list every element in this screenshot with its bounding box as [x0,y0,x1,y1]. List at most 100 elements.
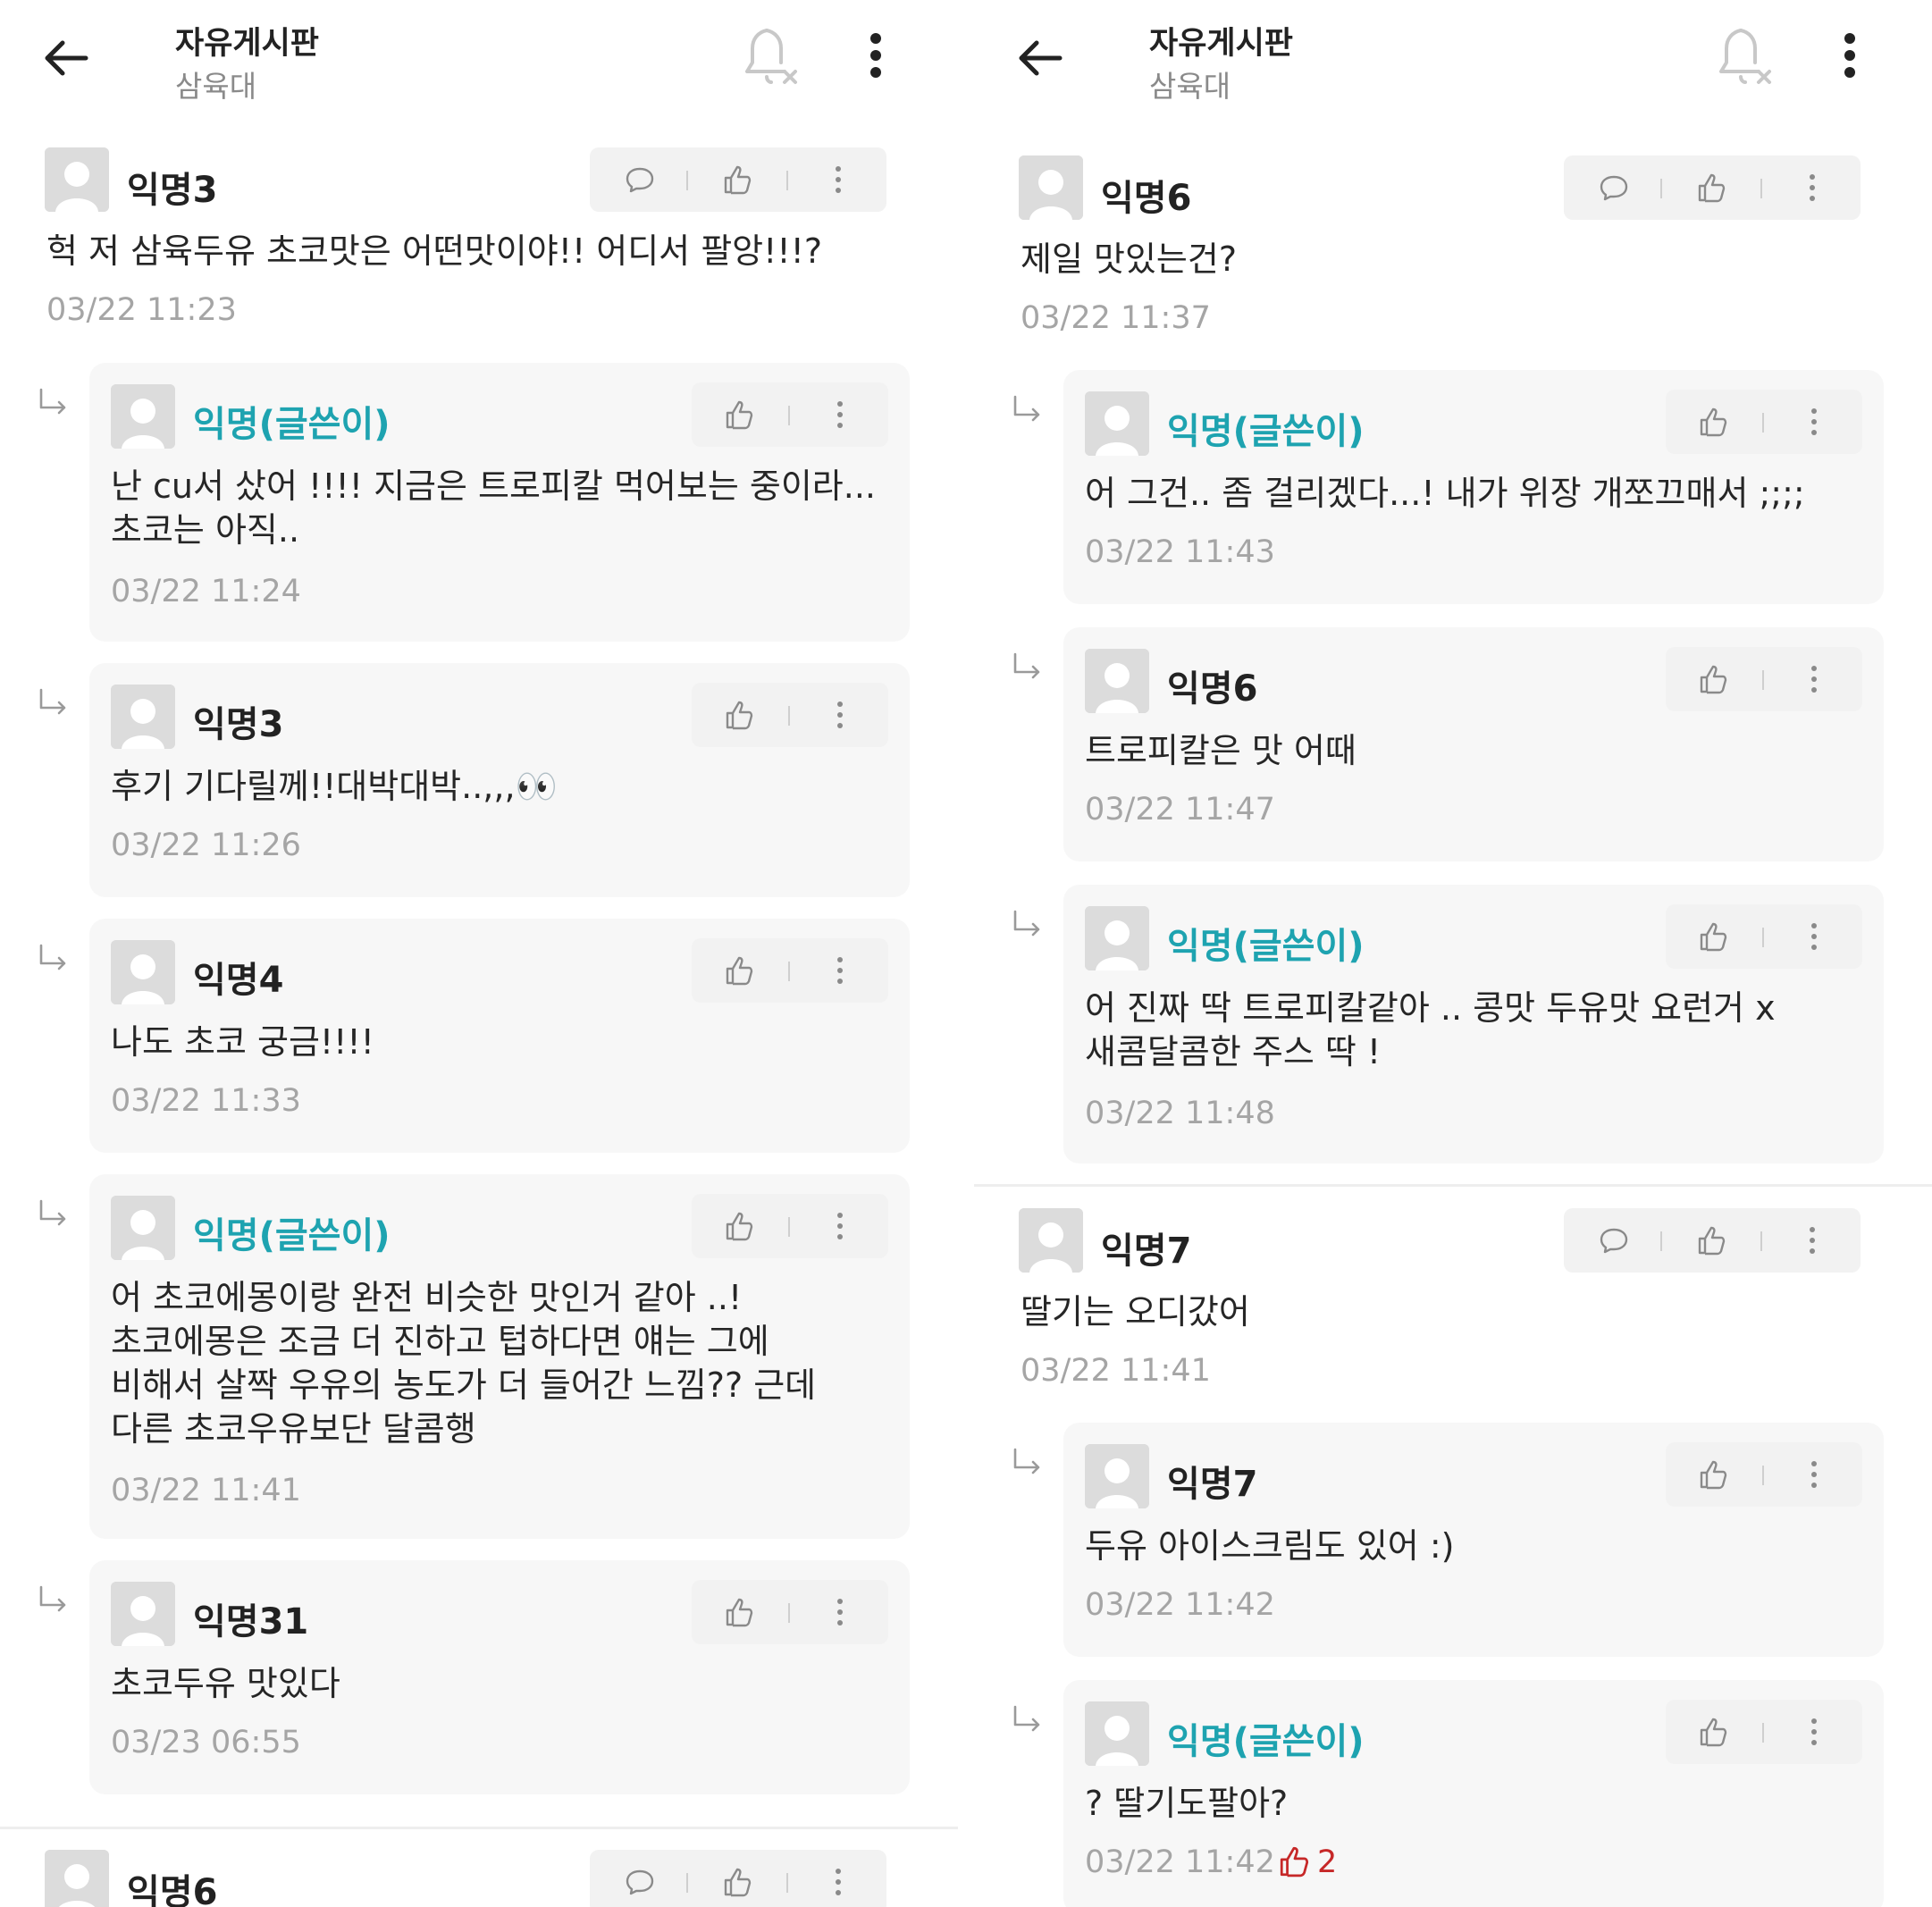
like-button[interactable] [708,382,772,447]
separator [788,1217,790,1237]
comment-author: 익명6 [1101,178,1192,219]
reply-author: 익명7 [1167,1464,1258,1505]
notification-toggle-button[interactable] [1716,27,1773,89]
reply-arrow-icon [1010,1446,1046,1482]
like-button[interactable] [1680,155,1744,220]
reply-actions [692,1580,888,1644]
thumbs-up-icon [1698,1716,1730,1748]
comment-text: 제일 맛있는건? [1021,239,1238,279]
comment: 익명3 헉 저 삼육두유 초코맛은 어떤맛이야!! 어디서 팔앙!!!? 03/… [45,147,931,349]
more-vertical-icon [1809,663,1819,695]
comment-timestamp: 03/22 11:23 [46,292,237,328]
avatar-icon [111,1582,175,1646]
like-button[interactable] [708,683,772,747]
reply-button[interactable] [608,1850,672,1907]
avatar-icon [1085,1444,1149,1508]
reply-text: ? 딸기도팔아? [1085,1784,1289,1823]
reply-author: 익명(글쓴이) [193,404,391,445]
thumbs-up-icon [1698,406,1730,438]
reply-actions [1666,390,1862,454]
comment-more-button[interactable] [806,1850,870,1907]
separator [1762,413,1764,433]
avatar-icon [45,1850,109,1907]
reply-author: 익명31 [193,1601,309,1642]
like-button[interactable] [1682,390,1746,454]
reply-button[interactable] [608,147,672,212]
reply-more-button[interactable] [808,1194,872,1258]
reply-button[interactable] [1582,155,1646,220]
bell-off-icon [745,29,797,84]
more-vertical-icon [835,954,845,987]
reply-more-button[interactable] [1782,1442,1846,1507]
like-button[interactable] [708,938,772,1003]
separator [1762,1723,1764,1743]
app-header: 자유게시판 삼육대 [0,0,958,143]
like-button[interactable] [1682,1442,1746,1507]
page-title: 자유게시판 [175,26,320,62]
separator [686,171,688,190]
reply-timestamp: 03/22 11:43 [1085,534,1275,570]
back-button[interactable] [1010,27,1090,89]
like-button[interactable] [1682,904,1746,969]
comment-more-button[interactable] [1780,155,1844,220]
notification-toggle-button[interactable] [742,27,799,89]
reply-more-button[interactable] [1782,390,1846,454]
avatar-icon [1085,391,1149,456]
header-more-button[interactable] [1832,31,1868,85]
thumbs-up-icon [1696,172,1728,204]
more-vertical-icon [835,1596,845,1628]
comment: 익명6 제일 맛있는건? 03/22 11:37 [1019,155,1905,357]
reply-actions [1666,904,1862,969]
separator [786,1873,788,1893]
avatar-icon [1019,1208,1083,1273]
like-button[interactable] [706,1850,770,1907]
like-button[interactable] [708,1580,772,1644]
comment-more-button[interactable] [806,147,870,212]
reply-timestamp: 03/22 11:42 [1085,1844,1275,1880]
reply-author: 익명3 [193,704,284,745]
reply-timestamp: 03/22 11:48 [1085,1096,1275,1131]
more-vertical-icon [1807,172,1818,204]
reply-more-button[interactable] [1782,647,1846,711]
like-button[interactable] [708,1194,772,1258]
back-button[interactable] [36,27,116,89]
reply-author: 익명(글쓴이) [1167,926,1365,967]
reply-text: 두유 아이스크림도 있어 :) [1085,1526,1455,1566]
separator [1762,928,1764,947]
more-vertical-icon [1809,1458,1819,1491]
reply-button[interactable] [1582,1208,1646,1273]
reply-more-button[interactable] [1782,904,1846,969]
reply-more-button[interactable] [808,938,872,1003]
like-button[interactable] [706,147,770,212]
reply-text: 트로피칼은 맛 어때 [1085,731,1357,770]
reply-arrow-icon [36,942,71,978]
reply: 익명31 초코두유 맛있다 03/23 06:55 [89,1560,910,1794]
comment-timestamp: 03/22 11:41 [1021,1353,1211,1389]
comment: 익명7 딸기는 오디갔어 03/22 11:41 [1019,1208,1905,1409]
reply-more-button[interactable] [808,683,872,747]
comment-actions [1564,155,1861,220]
reply-text: 초코두유 맛있다 [111,1664,340,1703]
thumbs-up-icon [1696,1224,1728,1256]
reply-timestamp: 03/23 06:55 [111,1725,301,1760]
more-vertical-icon [835,699,845,731]
reply-more-button[interactable] [808,382,872,447]
separator [1660,1231,1662,1251]
comment-author: 익명3 [127,170,218,211]
avatar-icon [111,940,175,1004]
comment-more-button[interactable] [1780,1208,1844,1273]
reply-more-button[interactable] [808,1580,872,1644]
like-button[interactable] [1680,1208,1744,1273]
reply-author: 익명(글쓴이) [193,1215,391,1256]
reply-arrow-icon [1010,393,1046,429]
reply-arrow-icon [36,386,71,422]
reply-more-button[interactable] [1782,1700,1846,1764]
reply-arrow-icon [36,686,71,722]
reply-author: 익명(글쓴이) [1167,1721,1365,1762]
like-button[interactable] [1682,1700,1746,1764]
thumbs-up-icon [722,164,754,196]
separator [1762,1466,1764,1485]
header-more-button[interactable] [858,31,894,85]
like-button[interactable] [1682,647,1746,711]
separator [1760,179,1762,198]
